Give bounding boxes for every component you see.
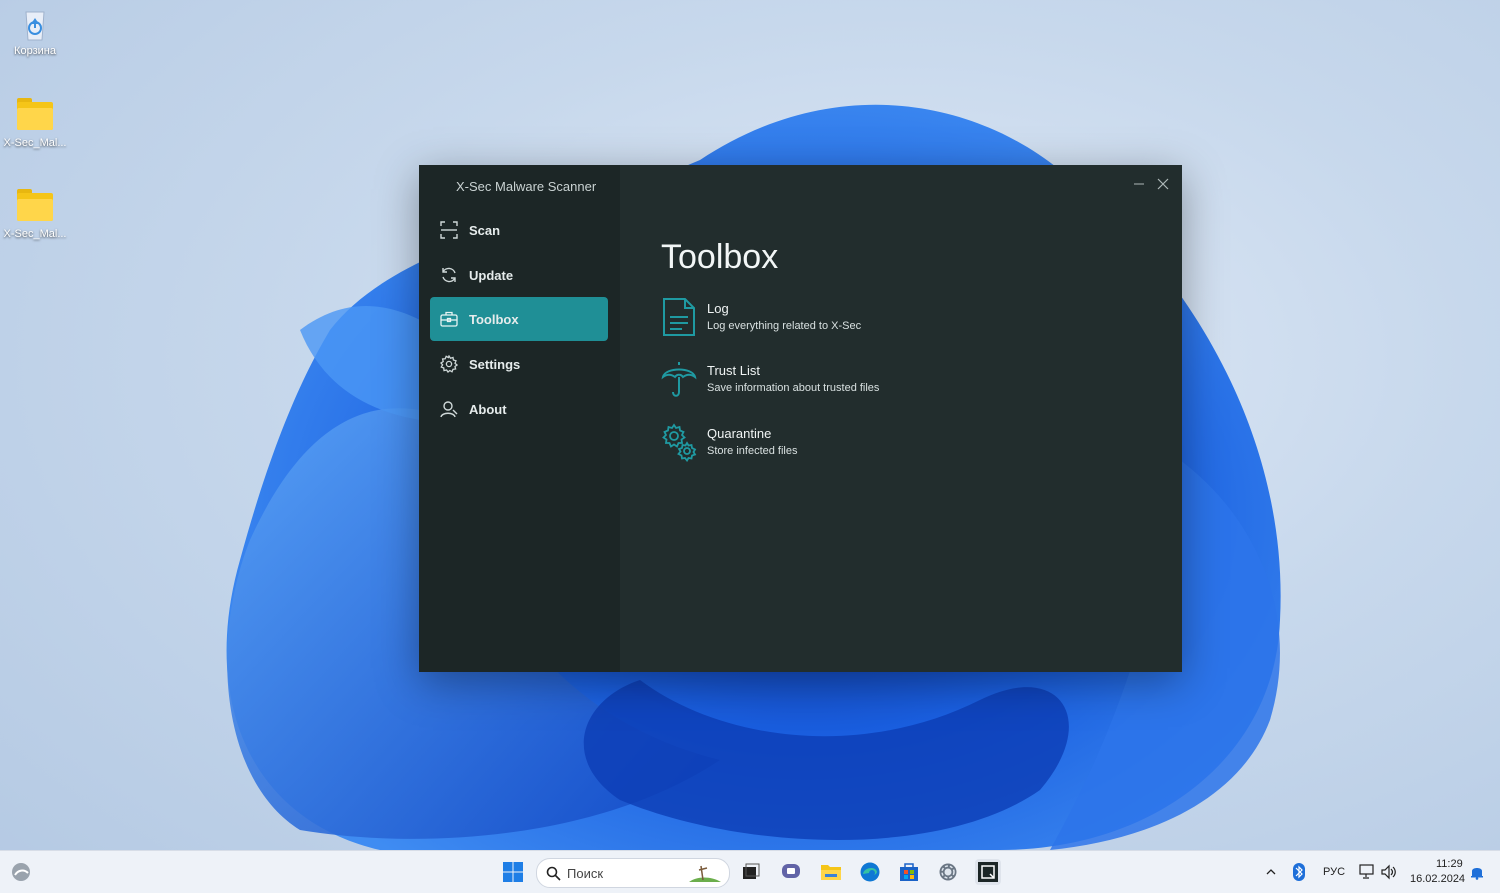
file-explorer-icon[interactable] bbox=[818, 859, 844, 885]
gears-icon bbox=[661, 422, 697, 463]
clock-time[interactable]: 11:29 bbox=[1436, 858, 1463, 870]
teams-chat-icon[interactable] bbox=[778, 859, 804, 885]
gear-icon bbox=[440, 355, 458, 373]
windows-start-icon[interactable] bbox=[500, 859, 526, 885]
clock-date[interactable]: 16.02.2024 bbox=[1410, 873, 1465, 885]
nav-item-about[interactable]: About bbox=[430, 387, 608, 431]
page-title: Toolbox bbox=[661, 238, 779, 276]
xsec-app-taskbar-icon[interactable] bbox=[975, 859, 1001, 885]
person-icon bbox=[440, 400, 458, 418]
nav-item-update[interactable]: Update bbox=[430, 253, 608, 297]
nav-item-toolbox[interactable]: Toolbox bbox=[430, 297, 608, 341]
folder-icon bbox=[15, 98, 55, 134]
nav-label: Update bbox=[469, 267, 514, 283]
tool-quarantine[interactable]: Quarantine Store infected files bbox=[661, 422, 1081, 468]
tool-name: Trust List bbox=[707, 363, 760, 378]
bluetooth-icon[interactable] bbox=[1286, 859, 1312, 885]
nav-item-settings[interactable]: Settings bbox=[430, 342, 608, 386]
chevron-up-icon[interactable] bbox=[1258, 859, 1284, 885]
tool-log[interactable]: Log Log everything related to X-Sec bbox=[661, 297, 1081, 343]
edge-browser-icon[interactable] bbox=[857, 859, 883, 885]
search-icon bbox=[546, 866, 561, 881]
nav-label: About bbox=[469, 401, 507, 417]
recycle-bin-icon bbox=[15, 6, 55, 42]
desktop-icon-folder-2[interactable]: X-Sec_Mal... bbox=[0, 189, 70, 240]
taskbar-search[interactable]: Поиск bbox=[536, 858, 730, 888]
tool-trust-list[interactable]: Trust List Save information about truste… bbox=[661, 359, 1081, 405]
close-icon[interactable] bbox=[1156, 177, 1170, 191]
notification-bell-icon[interactable] bbox=[1464, 859, 1490, 885]
task-view-icon[interactable] bbox=[738, 859, 764, 885]
refresh-icon bbox=[440, 266, 458, 284]
language-indicator[interactable]: РУС bbox=[1323, 866, 1345, 878]
document-icon bbox=[661, 297, 697, 337]
tool-description: Store infected files bbox=[707, 445, 798, 457]
content-pane: Toolbox Log Log everything related to X-… bbox=[620, 165, 1182, 672]
tool-name: Quarantine bbox=[707, 426, 772, 441]
minimize-icon[interactable] bbox=[1132, 177, 1146, 191]
window-controls bbox=[1132, 177, 1170, 191]
desktop-icon-label: Корзина bbox=[14, 45, 56, 57]
store-icon[interactable] bbox=[896, 859, 922, 885]
scan-icon bbox=[440, 221, 458, 239]
desktop-icon-folder-1[interactable]: X-Sec_Mal... bbox=[0, 98, 70, 149]
desktop-icon-label: X-Sec_Mal... bbox=[3, 137, 67, 149]
search-highlight-icon bbox=[687, 862, 723, 884]
volume-icon[interactable] bbox=[1376, 859, 1402, 885]
weather-widget-icon[interactable] bbox=[8, 859, 34, 885]
sidebar: X-Sec Malware Scanner Scan Update Toolbo… bbox=[419, 165, 620, 672]
nav-label: Toolbox bbox=[469, 311, 519, 327]
nav-label: Settings bbox=[469, 356, 521, 372]
nav-label: Scan bbox=[469, 222, 501, 238]
tool-description: Log everything related to X-Sec bbox=[707, 320, 862, 332]
search-placeholder: Поиск bbox=[567, 865, 604, 881]
settings-gear-icon[interactable] bbox=[935, 859, 961, 885]
app-window: X-Sec Malware Scanner Scan Update Toolbo… bbox=[419, 165, 1182, 672]
tool-description: Save information about trusted files bbox=[707, 382, 880, 394]
umbrella-icon bbox=[661, 359, 697, 399]
nav-item-scan[interactable]: Scan bbox=[430, 208, 608, 252]
toolbox-icon bbox=[440, 310, 458, 328]
taskbar: Поиск РУС 11:29 16.02.2024 bbox=[0, 850, 1500, 893]
app-title: X-Sec Malware Scanner bbox=[456, 179, 597, 194]
folder-icon bbox=[15, 189, 55, 225]
desktop-icon-recycle-bin[interactable]: Корзина bbox=[0, 6, 70, 57]
tool-name: Log bbox=[707, 301, 729, 316]
desktop-icon-label: X-Sec_Mal... bbox=[3, 228, 67, 240]
